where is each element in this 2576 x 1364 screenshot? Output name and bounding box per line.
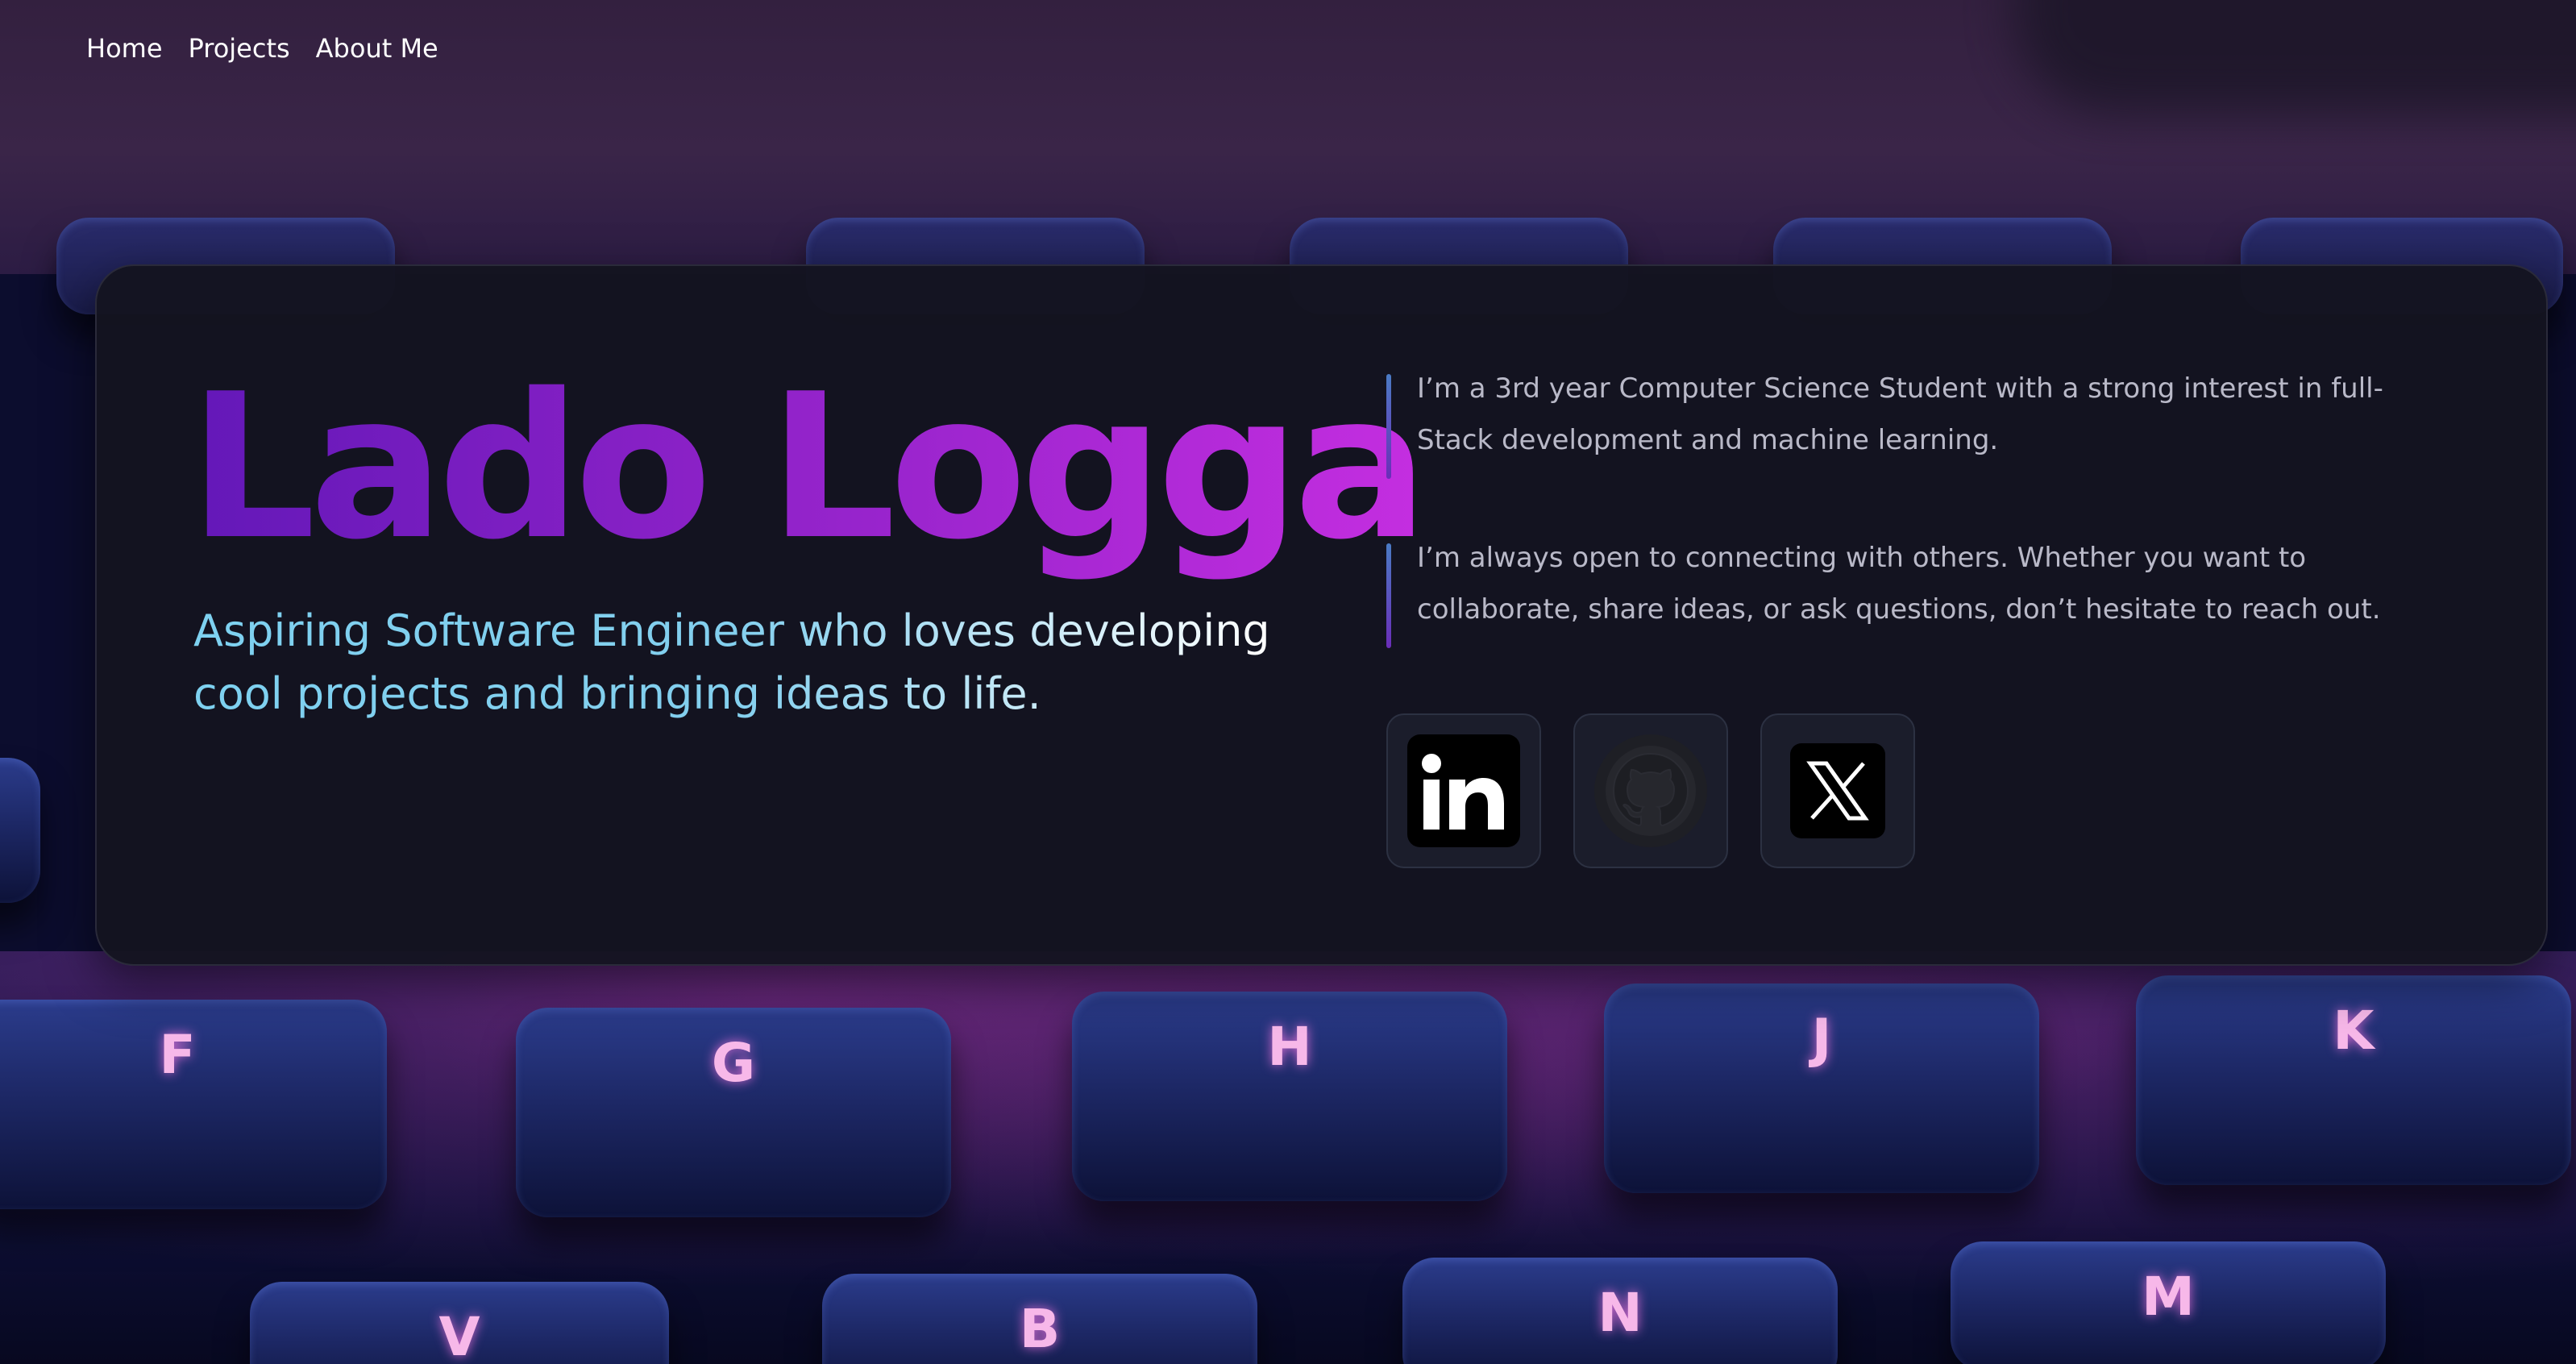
background-key-h: H: [1072, 992, 1507, 1201]
background-key-f: F: [0, 1000, 387, 1209]
bio-paragraph: I’m a 3rd year Computer Science Student …: [1386, 363, 2442, 479]
top-nav: Home Projects About Me: [86, 31, 438, 66]
github-link[interactable]: [1573, 713, 1728, 868]
x-link[interactable]: [1760, 713, 1915, 868]
hero-name: Lado Logga: [189, 347, 1428, 588]
background-key-b: B: [822, 1274, 1257, 1364]
contact-paragraph: I’m always open to connecting with other…: [1386, 532, 2442, 648]
background-key-m: M: [1951, 1241, 2386, 1364]
linkedin-icon: [1407, 734, 1520, 847]
background-key-j: J: [1604, 983, 2039, 1193]
github-icon: [1594, 734, 1707, 847]
nav-about-link[interactable]: About Me: [316, 31, 438, 66]
background-key-n: N: [1402, 1258, 1838, 1364]
nav-projects-link[interactable]: Projects: [189, 31, 290, 66]
background-key-r: R: [0, 758, 40, 903]
linkedin-link[interactable]: [1386, 713, 1541, 868]
background-key-v: V: [250, 1282, 669, 1364]
hero-tagline: Aspiring Software Engineer who loves dev…: [193, 600, 1273, 726]
background-key-g: G: [516, 1008, 951, 1217]
background-blur: [2015, 0, 2576, 113]
background-key-k: K: [2136, 975, 2571, 1185]
nav-home-link[interactable]: Home: [86, 31, 163, 66]
social-links: [1386, 713, 1915, 868]
x-icon: [1790, 743, 1885, 838]
